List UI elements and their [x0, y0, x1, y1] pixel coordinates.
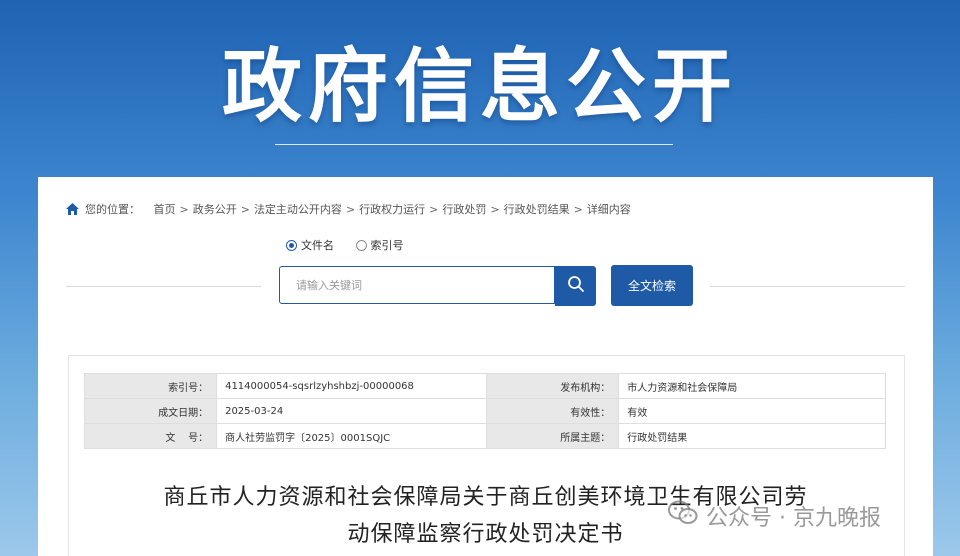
document-meta-table: 索引号： 4114000054-sqsrlzyhshbzj-00000068 发…	[83, 373, 886, 449]
watermark: 公众号 · 京九晚报	[668, 500, 881, 532]
radio-filename[interactable]: 文件名	[286, 237, 334, 253]
document-number-label: 文 号：	[83, 423, 218, 449]
breadcrumb: 您的位置： 首页 > 政务公开 > 法定主动公开内容 > 行政权力运行 > 行政处罚 > 行政处罚结…	[66, 201, 631, 218]
search-type-radios: 文件名 索引号	[286, 237, 422, 254]
search-divider-left	[66, 286, 261, 287]
breadcrumb-item-admin-penalty[interactable]: 行政处罚	[442, 203, 486, 216]
radio-filename-label: 文件名	[301, 239, 334, 252]
validity-label: 有效性：	[486, 398, 620, 424]
search-button[interactable]	[555, 266, 596, 306]
radio-filename-indicator[interactable]	[286, 239, 297, 251]
breadcrumb-separator: >	[573, 203, 583, 216]
wechat-icon	[668, 500, 698, 532]
table-row: 文 号： 商人社劳监罚字〔2025〕0001SQJC 所属主题： 行政处罚结果	[83, 423, 886, 449]
banner-divider	[275, 144, 673, 145]
page-banner-title: 政府信息公开	[222, 40, 738, 133]
breadcrumb-item-admin-power[interactable]: 行政权力运行	[359, 203, 425, 216]
index-number-label: 索引号：	[83, 373, 218, 399]
radio-index-number-label: 索引号	[370, 239, 404, 252]
validity-value: 有效	[618, 398, 886, 424]
index-number-value: 4114000054-sqsrlzyhshbzj-00000068	[216, 373, 488, 399]
breadcrumb-separator: >	[490, 203, 500, 216]
breadcrumb-label: 您的位置：	[85, 203, 140, 216]
watermark-text: 公众号 · 京九晚报	[706, 506, 881, 531]
search-input[interactable]: 请输入关键词	[279, 266, 555, 304]
document-number-value: 商人社劳监罚字〔2025〕0001SQJC	[216, 423, 488, 449]
search-icon	[567, 275, 585, 297]
home-icon[interactable]	[66, 203, 79, 218]
radio-index-number[interactable]: 索引号	[355, 237, 404, 253]
issuer-value: 市人力资源和社会保障局	[618, 373, 886, 399]
date-value: 2025-03-24	[216, 398, 488, 424]
breadcrumb-separator: >	[345, 203, 356, 216]
radio-index-number-indicator[interactable]	[355, 239, 367, 251]
breadcrumb-item-home[interactable]: 首页	[154, 203, 176, 216]
topic-value: 行政处罚结果	[618, 423, 886, 449]
breadcrumb-separator: >	[179, 203, 189, 216]
breadcrumb-item-penalty-results[interactable]: 行政处罚结果	[504, 203, 570, 216]
search-divider-right	[710, 286, 905, 287]
breadcrumb-item-statutory-content[interactable]: 法定主动公开内容	[254, 203, 342, 216]
table-row: 索引号： 4114000054-sqsrlzyhshbzj-00000068 发…	[83, 373, 886, 399]
breadcrumb-item-gov-affairs[interactable]: 政务公开	[193, 203, 237, 216]
breadcrumb-item-details: 详细内容	[586, 203, 631, 216]
topic-label: 所属主题：	[486, 423, 620, 449]
breadcrumb-separator: >	[429, 203, 439, 216]
date-label: 成文日期：	[83, 398, 218, 424]
issuer-label: 发布机构：	[486, 373, 620, 399]
table-row: 成文日期： 2025-03-24 有效性： 有效	[83, 398, 886, 424]
search-input-placeholder: 请输入关键词	[296, 279, 362, 292]
full-text-search-button[interactable]: 全文检索	[611, 265, 693, 306]
breadcrumb-separator: >	[240, 203, 250, 216]
